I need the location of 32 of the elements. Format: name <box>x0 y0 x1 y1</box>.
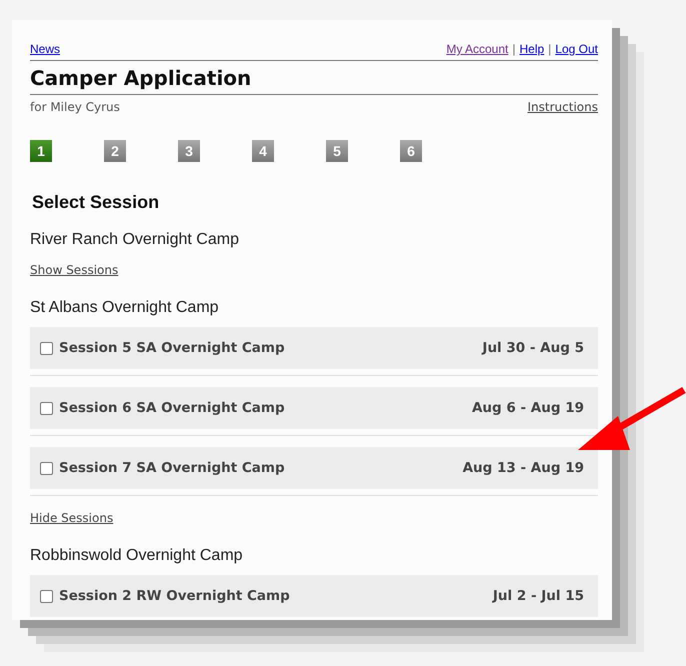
link-separator: | <box>548 42 552 56</box>
subtitle: for Miley Cyrus <box>30 100 120 114</box>
session-name: Session 2 RW Overnight Camp <box>59 588 290 604</box>
instructions-link[interactable]: Instructions <box>528 100 598 114</box>
session-row[interactable]: Session 7 SA Overnight Camp Aug 13 - Aug 19 <box>30 447 598 489</box>
section-heading: Select Session <box>32 192 160 213</box>
session-name: Session 6 SA Overnight Camp <box>59 400 285 416</box>
header-link[interactable]: Log Out <box>555 42 598 56</box>
session-row[interactable]: Session 6 SA Overnight Camp Aug 6 - Aug 19 <box>30 387 598 429</box>
header-link[interactable]: Help <box>519 42 544 56</box>
step-tab[interactable]: 1 <box>30 140 52 162</box>
checkbox[interactable] <box>40 590 53 602</box>
session-row[interactable]: Session 5 SA Overnight Camp Jul 30 - Aug 5 <box>30 327 598 369</box>
checkbox[interactable] <box>40 462 53 474</box>
checkbox[interactable] <box>40 402 53 414</box>
session-dates: Jul 2 - Jul 15 <box>492 588 584 604</box>
camp-name: St Albans Overnight Camp <box>30 299 220 317</box>
checkbox[interactable] <box>40 342 53 354</box>
session-name: Session 7 SA Overnight Camp <box>59 460 285 476</box>
header-link[interactable]: My Account <box>446 42 508 56</box>
session-dates: Aug 13 - Aug 19 <box>462 460 584 476</box>
session-name: Session 5 SA Overnight Camp <box>59 340 285 356</box>
session-dates: Aug 6 - Aug 19 <box>472 400 584 416</box>
session-dates: Jul 30 - Aug 5 <box>482 340 584 356</box>
camp-name: River Ranch Overnight Camp <box>30 231 240 249</box>
camp-name: Robbinswold Overnight Camp <box>30 547 244 565</box>
session-row[interactable]: Session 2 RW Overnight Camp Jul 2 - Jul 15 <box>30 575 598 617</box>
news-link[interactable]: News <box>30 42 60 56</box>
page-title: Camper Application <box>30 61 598 95</box>
toggle-sessions-link[interactable]: Show Sessions <box>30 263 118 277</box>
link-separator: | <box>512 42 516 56</box>
toggle-sessions-link[interactable]: Hide Sessions <box>30 511 114 525</box>
